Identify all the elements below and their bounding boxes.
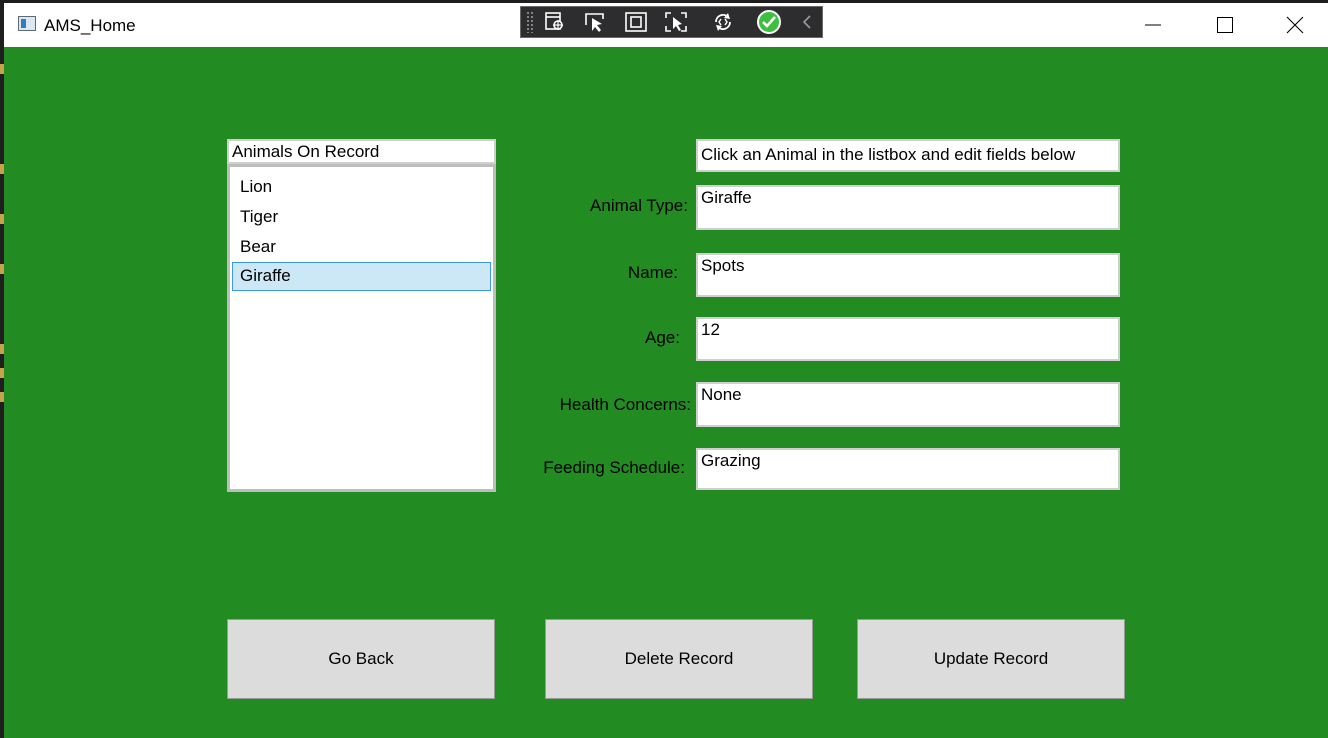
toolbar-grip-icon[interactable]: [526, 11, 534, 33]
hot-reload-status-check-icon[interactable]: [755, 10, 783, 34]
feeding-schedule-field[interactable]: Grazing: [696, 448, 1120, 490]
minimize-icon: [1145, 24, 1161, 26]
name-field[interactable]: Spots: [696, 253, 1120, 297]
title-bar: AMS_Home: [4, 0, 1328, 47]
delete-record-button[interactable]: Delete Record: [545, 619, 813, 699]
window-title: AMS_Home: [44, 16, 136, 35]
select-element-icon[interactable]: [581, 10, 609, 34]
list-item-giraffe[interactable]: Giraffe: [232, 262, 491, 291]
track-focused-element-icon[interactable]: [662, 10, 690, 34]
app-icon: [18, 16, 36, 31]
instructions-label: Click an Animal in the listbox and edit …: [696, 139, 1120, 172]
maximize-button[interactable]: [1190, 3, 1260, 47]
feeding-schedule-label: Feeding Schedule:: [543, 458, 685, 477]
health-concerns-label: Health Concerns:: [559, 395, 691, 414]
list-item-tiger[interactable]: Tiger: [232, 203, 491, 231]
animal-type-label: Animal Type:: [590, 196, 688, 215]
main-panel: Animals On Record Lion Tiger Bear Giraff…: [4, 47, 1328, 738]
collapse-chevron-icon[interactable]: [793, 10, 821, 34]
close-icon: [1286, 16, 1304, 34]
age-field[interactable]: 12: [696, 317, 1120, 361]
list-item-lion[interactable]: Lion: [232, 173, 491, 201]
hot-reload-icon[interactable]: [709, 10, 737, 34]
display-layout-adorners-icon[interactable]: [622, 10, 650, 34]
animal-type-field[interactable]: Giraffe: [696, 185, 1120, 230]
age-label: Age:: [645, 328, 680, 347]
list-item-bear[interactable]: Bear: [232, 233, 491, 261]
listbox-header: Animals On Record: [227, 139, 496, 164]
xaml-debug-toolbar: [520, 6, 823, 38]
minimize-button[interactable]: [1118, 3, 1188, 47]
name-label: Name:: [627, 263, 678, 282]
close-button[interactable]: [1260, 3, 1328, 47]
animals-listbox[interactable]: Lion Tiger Bear Giraffe: [227, 164, 496, 492]
go-back-button[interactable]: Go Back: [227, 619, 495, 699]
update-record-button[interactable]: Update Record: [857, 619, 1125, 699]
maximize-icon: [1217, 17, 1233, 33]
live-visual-tree-icon[interactable]: [541, 10, 569, 34]
health-concerns-field[interactable]: None: [696, 382, 1120, 427]
